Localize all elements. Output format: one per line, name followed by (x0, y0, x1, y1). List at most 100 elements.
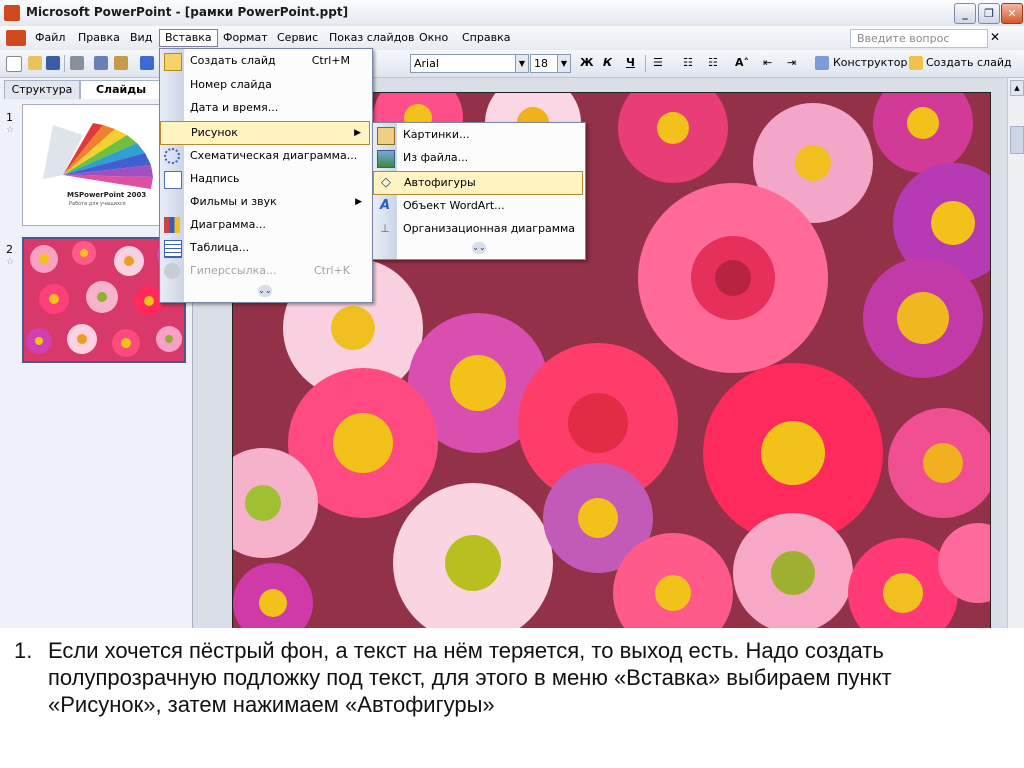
designer-button[interactable]: Конструктор (833, 54, 907, 72)
title-bar: Microsoft PowerPoint - [рамки PowerPoint… (0, 0, 1024, 27)
open-icon[interactable] (28, 56, 42, 70)
menu-item-label: Номер слайда (190, 78, 272, 91)
menu-item-label: Организационная диаграмма (403, 222, 576, 235)
menu-item-label: Автофигуры (404, 176, 476, 189)
caption-number: 1. (14, 638, 33, 663)
insert-slide-number[interactable]: Номер слайда (160, 74, 370, 96)
vertical-scrollbar[interactable]: ▲ (1007, 78, 1024, 628)
picture-wordart[interactable]: A Объект WordArt... (373, 195, 583, 217)
thumb-title: MSPowerPoint 2003 (67, 191, 147, 199)
bulleted-list-icon[interactable]: ☷ (708, 54, 718, 72)
menu-item-shortcut: Ctrl+M (311, 54, 350, 67)
insert-chart[interactable]: Диаграмма... (160, 214, 370, 236)
new-slide-button[interactable]: Создать слайд (926, 54, 1012, 72)
insert-picture[interactable]: Рисунок ▶ (160, 121, 370, 145)
increase-font-icon[interactable]: A˄ (735, 54, 749, 72)
menu-item-label: Диаграмма... (190, 218, 266, 231)
insert-movies-sound[interactable]: Фильмы и звук ▶ (160, 191, 370, 213)
separator (64, 55, 65, 72)
menu-window[interactable]: Окно (414, 30, 453, 46)
from-file-icon (377, 150, 395, 168)
table-icon (164, 240, 182, 258)
insert-new-slide[interactable]: Создать слайд Ctrl+M (160, 50, 370, 72)
menu-item-label: Дата и время... (190, 101, 279, 114)
expand-menu-icon[interactable]: ⌄⌄ (472, 242, 486, 254)
picture-org-chart[interactable]: ⊥ Организационная диаграмма (373, 218, 583, 240)
org-chart-icon: ⊥ (380, 222, 390, 235)
close-doc-icon[interactable]: ✕ (990, 30, 1000, 44)
menu-item-shortcut: Ctrl+K (313, 264, 350, 277)
menu-item-label: Картинки... (403, 128, 470, 141)
tab-slides[interactable]: Слайды (80, 80, 162, 99)
undo-icon[interactable] (140, 56, 154, 70)
menu-item-label: Из файла... (403, 151, 469, 164)
submenu-arrow-icon: ▶ (355, 197, 362, 207)
tab-outline[interactable]: Структура (4, 80, 80, 99)
menu-insert[interactable]: Вставка (159, 29, 218, 47)
paste-icon[interactable] (114, 56, 128, 70)
powerpoint-app-icon (4, 5, 20, 21)
minimize-button[interactable]: _ (954, 3, 976, 24)
picture-autoshapes[interactable]: ◇ Автофигуры (373, 171, 583, 195)
font-value: Arial (414, 57, 439, 70)
menu-tools[interactable]: Сервис (272, 30, 323, 46)
print-icon[interactable] (70, 56, 84, 70)
picture-from-file[interactable]: Из файла... (373, 147, 583, 169)
font-size-value: 18 (534, 57, 548, 70)
expand-menu-icon[interactable]: ⌄⌄ (258, 285, 272, 297)
animation-star-icon: ☆ (6, 125, 15, 135)
clipart-icon (377, 127, 395, 145)
numbered-list-icon[interactable]: ☷ (683, 54, 693, 72)
menu-item-label: Фильмы и звук (190, 195, 277, 208)
decrease-indent-icon[interactable]: ⇤ (763, 54, 772, 72)
save-icon[interactable] (46, 56, 60, 70)
menu-help[interactable]: Справка (457, 30, 515, 46)
textbox-icon (164, 171, 182, 189)
menu-item-label: Схематическая диаграмма... (190, 149, 358, 162)
new-slide-icon (164, 53, 182, 71)
scroll-thumb[interactable] (1010, 126, 1024, 154)
menu-format[interactable]: Формат (218, 30, 273, 46)
slide-number: 1 (6, 111, 13, 124)
designer-icon (815, 56, 829, 70)
chart-icon (164, 217, 180, 233)
menu-item-label: Объект WordArt... (403, 199, 505, 212)
picture-clipart[interactable]: Картинки... (373, 124, 583, 146)
menu-view[interactable]: Вид (125, 30, 157, 46)
bold-button[interactable]: Ж (580, 54, 593, 72)
insert-textbox[interactable]: Надпись (160, 168, 370, 190)
new-icon[interactable] (6, 56, 22, 72)
underline-button[interactable]: Ч (626, 54, 635, 72)
insert-diagram[interactable]: Схематическая диаграмма... (160, 145, 370, 167)
font-select[interactable]: Arial ▼ (410, 54, 529, 73)
insert-hyperlink: Гиперссылка... Ctrl+K (160, 260, 370, 282)
diagram-icon (164, 148, 180, 164)
help-question-input[interactable]: Введите вопрос (850, 29, 988, 48)
insert-date-time[interactable]: Дата и время... (160, 97, 370, 119)
menu-item-label: Таблица... (190, 241, 250, 254)
new-slide-icon (909, 56, 923, 70)
thumb-subtitle: Работа для учащихся (69, 201, 126, 207)
italic-button[interactable]: К (603, 54, 612, 72)
autoshapes-icon: ◇ (381, 175, 391, 190)
window-title: Microsoft PowerPoint - [рамки PowerPoint… (26, 5, 349, 19)
close-button[interactable]: ✕ (1001, 3, 1023, 24)
submenu-arrow-icon: ▶ (354, 128, 361, 138)
menu-item-label: Рисунок (191, 126, 238, 139)
chevron-down-icon: ▼ (515, 55, 528, 72)
caption-text: Если хочется пёстрый фон, а текст на нём… (48, 638, 892, 717)
font-size-select[interactable]: 18 ▼ (530, 54, 571, 73)
menu-slideshow[interactable]: Показ слайдов (324, 30, 420, 46)
menu-file[interactable]: Файл (30, 30, 70, 46)
scroll-up-icon[interactable]: ▲ (1010, 80, 1024, 96)
chevron-down-icon: ▼ (557, 55, 570, 72)
picture-submenu: Картинки... Из файла... ◇ Автофигуры A О… (372, 122, 586, 260)
align-left-icon[interactable]: ☰ (653, 54, 663, 72)
maximize-button[interactable]: ❐ (978, 3, 1000, 24)
increase-indent-icon[interactable]: ⇥ (787, 54, 796, 72)
insert-table[interactable]: Таблица... (160, 237, 370, 259)
menu-edit[interactable]: Правка (73, 30, 125, 46)
document-icon[interactable] (6, 30, 26, 46)
copy-icon[interactable] (94, 56, 108, 70)
animation-star-icon: ☆ (6, 257, 15, 267)
